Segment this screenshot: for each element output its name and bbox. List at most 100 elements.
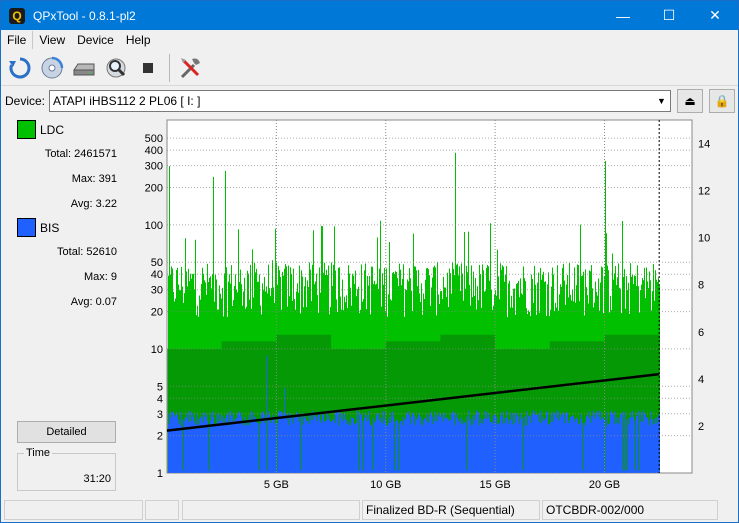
bis-bar [511, 419, 512, 473]
bis-bar [435, 411, 436, 473]
device-select[interactable]: ATAPI iHBS112 2 PL06 [ I: ] ▼ [49, 90, 672, 112]
bis-bar [641, 411, 642, 473]
bis-bar [338, 425, 339, 473]
bis-bar [296, 411, 297, 473]
bis-bar [214, 424, 215, 473]
bis-max-value: 9 [110, 271, 117, 283]
menu-device[interactable]: Device [71, 30, 120, 50]
bis-bar [639, 410, 640, 473]
bis-bar [588, 418, 589, 473]
bis-bar [636, 412, 637, 473]
bis-bar [237, 418, 238, 473]
minimize-button[interactable]: — [600, 1, 646, 30]
bis-bar [337, 411, 338, 473]
bis-bar [206, 420, 207, 473]
bis-bar [340, 413, 341, 473]
bis-bar [655, 418, 656, 473]
bis-bar [578, 423, 579, 473]
close-button[interactable]: ✕ [692, 1, 738, 30]
bis-bar [519, 423, 520, 473]
bis-bar [586, 414, 587, 473]
bis-bar [310, 420, 311, 473]
bis-bar [331, 421, 332, 473]
settings-tools-button[interactable] [176, 53, 206, 83]
bis-bar [488, 417, 489, 473]
bis-bar [509, 423, 510, 473]
bis-bar [473, 424, 474, 473]
bis-bar [506, 418, 507, 473]
bis-bar [633, 417, 634, 473]
chevron-down-icon[interactable]: ▼ [653, 91, 670, 111]
bis-bar [303, 424, 304, 473]
y-right-tick-label: 12 [698, 186, 710, 198]
bis-bar [396, 419, 397, 473]
menu-view[interactable]: View [33, 30, 71, 50]
bis-bar [407, 414, 408, 473]
bis-bar [185, 416, 186, 473]
status-cell-2 [145, 500, 179, 520]
bis-bar [298, 413, 299, 473]
stop-button[interactable] [133, 53, 163, 83]
bis-bar [433, 416, 434, 473]
bis-bar [334, 412, 335, 473]
bis-bar [360, 413, 361, 473]
bis-bar [612, 413, 613, 473]
bis-bar [287, 414, 288, 473]
bis-bar [485, 418, 486, 473]
bis-bar [456, 417, 457, 473]
y-left-tick-label: 30 [151, 285, 163, 297]
bis-bar [521, 419, 522, 473]
bis-label: BIS [40, 220, 60, 235]
bis-bar [514, 413, 515, 473]
bis-bar [598, 410, 599, 473]
bis-bar [419, 412, 420, 473]
bis-bar [172, 412, 173, 473]
bis-bar [646, 417, 647, 473]
bis-bar [546, 410, 547, 473]
detailed-button[interactable]: Detailed [17, 421, 116, 443]
bis-bar [440, 413, 441, 473]
bis-bar [451, 420, 452, 473]
y-left-tick-label: 200 [145, 183, 163, 195]
bis-bar [467, 416, 468, 473]
bis-bar [291, 414, 292, 473]
bis-bar [515, 423, 516, 473]
bis-bar [565, 413, 566, 473]
bis-bar [564, 423, 565, 473]
bis-bar [614, 423, 615, 473]
bis-bar [324, 421, 325, 473]
lock-button[interactable]: 🔒 [709, 89, 736, 113]
menu-help[interactable]: Help [120, 30, 157, 50]
status-bar: Finalized BD-R (Sequential) OTCBDR-002/0… [1, 498, 738, 522]
bis-bar [619, 417, 620, 473]
bis-bar [595, 418, 596, 473]
refresh-button[interactable] [5, 53, 35, 83]
bis-bar [653, 424, 654, 473]
title-bar[interactable]: Q QPxTool - 0.8.1-pl2 — ☐ ✕ [1, 1, 738, 30]
bis-bar [376, 413, 377, 473]
drive-button[interactable] [69, 53, 99, 83]
bis-bar [299, 421, 300, 473]
bis-bar [403, 416, 404, 473]
disc-scan-button[interactable] [37, 53, 67, 83]
eject-button[interactable]: ⏏ [677, 89, 704, 113]
bis-bar [330, 421, 331, 473]
bis-total-value: 52610 [86, 246, 117, 258]
bis-bar [247, 425, 248, 473]
menu-file[interactable]: File [1, 30, 32, 50]
bis-bar [187, 417, 188, 473]
bis-bar [256, 422, 257, 473]
app-logo-icon: Q [9, 7, 25, 24]
bis-bar [245, 425, 246, 473]
bis-bar [304, 414, 305, 473]
bis-bar [442, 421, 443, 473]
maximize-button[interactable]: ☐ [646, 1, 692, 30]
zoom-button[interactable] [101, 53, 131, 83]
bis-bar [370, 425, 371, 473]
bis-bar [607, 412, 608, 473]
bis-bar [243, 425, 244, 473]
bis-bar [280, 411, 281, 473]
bis-bar [225, 423, 226, 473]
bis-bar [570, 416, 571, 473]
bis-bar [229, 411, 230, 473]
